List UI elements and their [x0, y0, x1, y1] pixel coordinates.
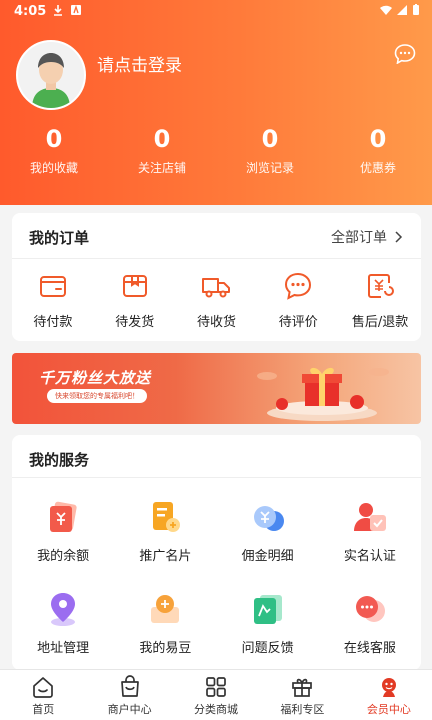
status-bar: 4:05	[0, 0, 432, 24]
services-row: 地址管理 我的易豆 问题反馈 在线客服	[12, 589, 421, 681]
download-icon	[54, 5, 62, 16]
orders-title: 我的订单	[29, 229, 90, 247]
stat-label: 优惠券	[359, 161, 396, 175]
order-status-row: 待付款 待发货 待收货 待评价 售后/退款	[12, 271, 421, 330]
chevron-right-icon	[395, 231, 403, 243]
service-label: 佣金明细	[241, 549, 294, 564]
package-icon	[122, 275, 147, 297]
order-label: 待发货	[115, 315, 155, 330]
order-pending-receipt[interactable]: 待收货	[176, 271, 258, 330]
service-online-support[interactable]: 在线客服	[319, 589, 421, 681]
status-time: 4:05	[14, 4, 47, 19]
divider	[12, 258, 421, 259]
stat-value: 0	[261, 125, 279, 153]
service-address[interactable]: 地址管理	[12, 589, 114, 681]
tab-merchant[interactable]: 商户中心	[86, 670, 172, 720]
stat-value: 0	[45, 125, 63, 153]
stat-favorites[interactable]: 0 我的收藏	[0, 125, 108, 176]
service-promo-card[interactable]: 推广名片	[114, 497, 216, 589]
wallet-icon	[39, 276, 66, 297]
service-label: 实名认证	[343, 549, 396, 564]
divider	[12, 477, 421, 478]
services-card: 我的服务 我的余额 推广名片 佣金明细 实名认证 地址管理 我的易豆 问题反馈 …	[12, 435, 421, 670]
service-balance[interactable]: 我的余额	[12, 497, 114, 589]
banner-title: 千万粉丝大放送	[39, 369, 152, 387]
banner-subtitle: 快来领取您的专属福利吧！	[47, 389, 147, 403]
order-pending-payment[interactable]: 待付款	[12, 271, 94, 330]
gift-box-illustration	[257, 367, 389, 421]
app-notification-icon	[71, 4, 81, 15]
avatar-person-icon	[18, 42, 84, 108]
tab-label: 会员中心	[366, 703, 411, 716]
wifi-icon	[380, 5, 392, 15]
battery-icon	[413, 4, 419, 15]
feedback-icon	[253, 595, 282, 624]
member-icon	[381, 678, 396, 697]
stat-history[interactable]: 0 浏览记录	[216, 125, 324, 176]
verify-icon	[353, 503, 386, 531]
orders-card: 我的订单 全部订单 待付款 待发货 待收货 待评价 售后/退款	[12, 213, 421, 341]
location-icon	[51, 593, 76, 626]
order-label: 售后/退款	[351, 315, 409, 330]
service-label: 推广名片	[139, 549, 192, 564]
stat-label: 浏览记录	[245, 161, 294, 175]
stat-label: 关注店铺	[137, 161, 186, 175]
home-icon	[33, 677, 54, 698]
gift-icon	[292, 678, 313, 697]
service-feedback[interactable]: 问题反馈	[217, 589, 319, 681]
service-label: 我的易豆	[139, 641, 192, 656]
tab-welfare[interactable]: 福利专区	[259, 670, 345, 720]
stat-label: 我的收藏	[29, 161, 78, 175]
service-verify[interactable]: 实名认证	[319, 497, 421, 589]
grid-icon	[206, 677, 226, 697]
order-pending-shipment[interactable]: 待发货	[94, 271, 176, 330]
service-label: 问题反馈	[241, 641, 294, 656]
tab-member[interactable]: 会员中心	[346, 670, 432, 720]
commission-icon	[253, 506, 284, 531]
tab-label: 商户中心	[107, 703, 152, 716]
service-label: 我的余额	[37, 549, 90, 564]
refund-icon	[368, 274, 395, 298]
stats-row: 0 我的收藏 0 关注店铺 0 浏览记录 0 优惠券	[0, 125, 432, 176]
truck-icon	[202, 278, 231, 298]
tab-label: 首页	[32, 703, 55, 716]
all-orders-label: 全部订单	[331, 230, 387, 246]
service-icon	[355, 596, 385, 622]
stat-value: 0	[153, 125, 171, 153]
order-pending-review[interactable]: 待评价	[257, 271, 339, 330]
profile-header: 4:05 请点击登录 0 我的收藏 0 关注店铺 0 浏览记录 0 优惠券	[0, 0, 432, 205]
status-system-icons	[380, 4, 420, 16]
bean-icon	[151, 595, 180, 623]
stat-followed-stores[interactable]: 0 关注店铺	[108, 125, 216, 176]
bottom-tab-bar: 首页 商户中心 分类商城 福利专区 会员中心	[0, 669, 432, 720]
services-title: 我的服务	[29, 451, 90, 469]
login-prompt[interactable]: 请点击登录	[97, 51, 182, 76]
tab-category[interactable]: 分类商城	[173, 670, 259, 720]
order-label: 待收货	[196, 315, 236, 330]
signal-icon	[397, 5, 407, 15]
stat-coupons[interactable]: 0 优惠券	[324, 125, 432, 176]
comment-icon	[285, 272, 312, 300]
stat-value: 0	[369, 125, 387, 153]
all-orders-link[interactable]: 全部订单	[331, 227, 403, 247]
service-label: 地址管理	[37, 641, 90, 656]
promo-card-icon	[153, 502, 181, 532]
promo-banner[interactable]: 千万粉丝大放送 快来领取您的专属福利吧！	[12, 353, 421, 424]
bag-icon	[120, 675, 139, 697]
balance-icon	[50, 501, 77, 532]
service-beans[interactable]: 我的易豆	[114, 589, 216, 681]
services-row: 我的余额 推广名片 佣金明细 实名认证	[12, 497, 421, 589]
tab-home[interactable]: 首页	[0, 670, 86, 720]
tab-label: 福利专区	[280, 703, 325, 716]
message-icon[interactable]	[394, 44, 416, 64]
order-after-sales[interactable]: 售后/退款	[339, 271, 421, 330]
service-commission[interactable]: 佣金明细	[217, 497, 319, 589]
avatar[interactable]	[16, 40, 86, 110]
service-label: 在线客服	[343, 641, 396, 656]
status-notification-icons	[52, 4, 82, 16]
tab-label: 分类商城	[194, 703, 239, 716]
order-label: 待付款	[33, 315, 73, 330]
order-label: 待评价	[278, 315, 318, 330]
services-grid: 我的余额 推广名片 佣金明细 实名认证 地址管理 我的易豆 问题反馈 在线客服	[12, 497, 421, 681]
